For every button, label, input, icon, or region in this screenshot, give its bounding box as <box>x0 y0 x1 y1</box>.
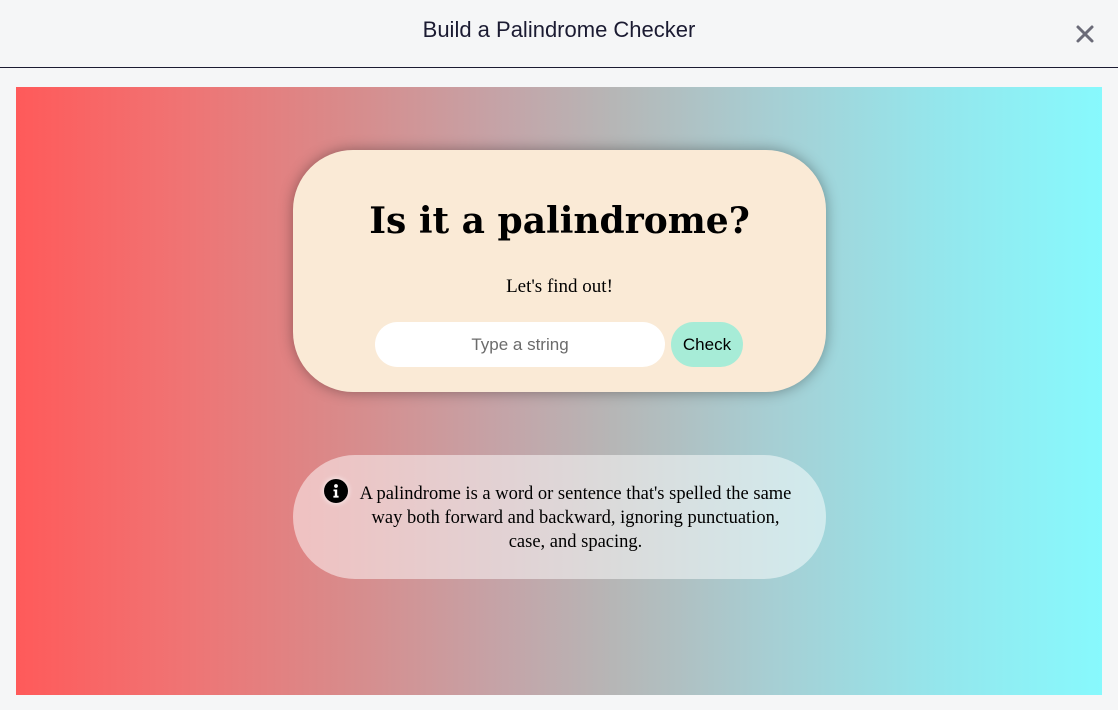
close-icon[interactable] <box>1072 20 1098 46</box>
palindrome-card: Is it a palindrome? Let's find out! Chec… <box>293 150 826 392</box>
window-header: Build a Palindrome Checker <box>0 0 1118 68</box>
preview-area: Is it a palindrome? Let's find out! Chec… <box>16 87 1102 695</box>
check-button[interactable]: Check <box>671 322 743 367</box>
text-input[interactable] <box>375 322 665 367</box>
window-title: Build a Palindrome Checker <box>422 17 696 42</box>
info-circle-icon <box>324 479 348 503</box>
card-title: Is it a palindrome? <box>369 200 750 242</box>
info-box: A palindrome is a word or sentence that'… <box>293 455 826 579</box>
info-text: A palindrome is a word or sentence that'… <box>359 484 792 552</box>
card-subtitle: Let's find out! <box>506 276 613 297</box>
